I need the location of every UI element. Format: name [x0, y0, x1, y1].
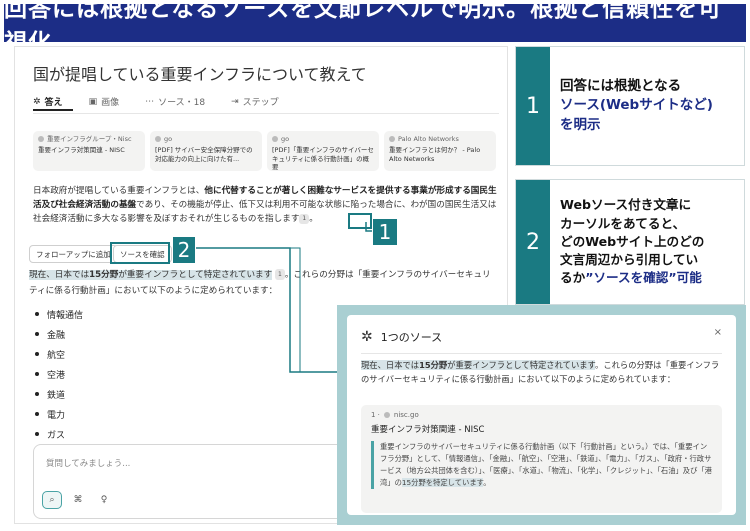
source-card[interactable]: go [PDF] サイバー安全保障分野での対応能力の向上に向けた有... — [150, 131, 262, 171]
pq-bold: 15分野 — [419, 360, 448, 370]
popup-divider — [361, 353, 722, 354]
list-item: 金融 — [35, 324, 83, 344]
answer-icon: ✲ — [33, 96, 41, 107]
question-title: 国が提唱している重要インフラについて教えて — [33, 65, 367, 84]
banner-title: 回答には根拠となるソースを文節レベルで明示。根拠と信頼性を可視化 — [4, 0, 746, 56]
tab-sources[interactable]: ⋯ ソース・18 — [145, 95, 206, 109]
callout-line: カーソルをあてると、 — [560, 215, 686, 231]
list-item: 情報通信 — [35, 304, 83, 324]
callout-text: 回答には根拠となる ソース(Webサイトなど) を明示 — [560, 47, 738, 165]
popup-header: ✲ 1つのソース — [361, 329, 442, 345]
favicon-icon — [389, 136, 395, 143]
close-icon[interactable]: × — [714, 327, 722, 338]
source-cards: 重要インフラグループ・Nisc 重要インフラ対策関連 - NISC go [PD… — [33, 131, 496, 171]
list-item: ガス — [35, 424, 83, 444]
hl-bold: 15分野 — [89, 270, 119, 280]
source-card[interactable]: Palo Alto Networks 重要インフラとは何か？ - Palo Al… — [384, 131, 496, 171]
callout-line-accent: ”ソースを確認”可能 — [585, 270, 702, 286]
source-card-title: 重要インフラ対策関連 - NISC — [38, 145, 125, 154]
list-item: 電力 — [35, 404, 83, 424]
tab-sources-label: ソース・18 — [158, 98, 206, 108]
sector-list: 情報通信 金融 航空 空港 鉄道 電力 ガス — [35, 304, 83, 444]
search-mode-icon[interactable]: ⌕ — [42, 491, 62, 509]
tab-answer-label: 答え — [44, 98, 63, 108]
source-card[interactable]: 重要インフラグループ・Nisc 重要インフラ対策関連 - NISC — [33, 131, 145, 171]
tab-steps[interactable]: ⇥ ステップ — [231, 95, 279, 109]
list-item: 航空 — [35, 344, 83, 364]
ask-input[interactable]: 質問してみましょう... — [46, 457, 130, 469]
citation-badge[interactable]: 1 — [274, 269, 285, 281]
ask-mode-icons: ⌕ ⌘ ♀ — [42, 491, 114, 509]
source-card-title: 重要インフラとは何か？ - Palo Alto Networks — [389, 145, 481, 163]
source-card-title: [PDF] サイバー安全保障分野での対応能力の向上に向けた有... — [155, 145, 253, 163]
popup-source-meta: 1 · nisc.go — [371, 411, 712, 419]
source-card-title: [PDF]「重要インフラのサイバーセキュリティに係る行動計画」の概要 — [272, 145, 374, 171]
callout-text: Webソース付き文章に カーソルをあてると、 どのWebサイト上のどの 文言周辺… — [560, 180, 738, 304]
source-popup: ✲ 1つのソース × 現在、日本では15分野が重要インフラとして特定されています… — [337, 305, 746, 525]
source-card-site: go — [164, 135, 173, 143]
answer-text: 日本政府が提唱している重要インフラとは、 — [33, 186, 205, 196]
list-item: 鉄道 — [35, 384, 83, 404]
excerpt-highlight: 15分野を特定しています — [401, 478, 484, 488]
callout-line: Webソース付き文章に — [560, 197, 692, 213]
list-item: 空港 — [35, 364, 83, 384]
popup-source-number: 1 · — [371, 411, 380, 419]
lightbulb-icon[interactable]: ♀ — [94, 491, 114, 509]
popup-quote: 現在、日本では15分野が重要インフラとして特定されています。これらの分野は「重要… — [361, 359, 722, 386]
callout-line-part: るか — [560, 270, 586, 286]
add-followup-button[interactable]: フォローアップに追加 — [29, 245, 118, 263]
answer-period: 。 — [309, 214, 318, 225]
highlighted-sentence[interactable]: 現在、日本では15分野が重要インフラとして特定されています — [29, 270, 273, 280]
answer-paragraph: 日本政府が提唱している重要インフラとは、他に代替することが著しく困難なサービスを… — [33, 184, 503, 227]
favicon-icon — [38, 136, 44, 143]
sources-logo-icon: ✲ — [361, 329, 373, 345]
steps-icon: ⇥ — [231, 96, 239, 107]
tab-images[interactable]: ▣ 画像 — [88, 95, 120, 109]
excerpt-end: 。 — [483, 478, 491, 488]
callout-2: 2 Webソース付き文章に カーソルをあてると、 どのWebサイト上のどの 文言… — [515, 179, 745, 305]
image-icon: ▣ — [88, 96, 98, 107]
hl-post: が重要インフラとして特定されています — [118, 270, 273, 280]
source-card[interactable]: go [PDF]「重要インフラのサイバーセキュリティに係る行動計画」の概要 — [267, 131, 379, 171]
confirm-highlight-frame — [110, 242, 170, 264]
answer-tabs: ✲ 答え ▣ 画像 ⋯ ソース・18 ⇥ ステップ — [33, 95, 279, 109]
popup-title: 1つのソース — [380, 331, 443, 344]
tab-images-label: 画像 — [101, 98, 120, 108]
callout-line: 文言周辺から引用してい — [560, 252, 699, 268]
hl-pre: 現在、日本では — [29, 270, 90, 280]
citation-highlight-frame — [348, 213, 372, 229]
favicon-icon — [155, 136, 161, 143]
label-two: 2 — [172, 236, 196, 264]
source-card-site: 重要インフラグループ・Nisc — [47, 135, 132, 143]
callout-line: るか”ソースを確認”可能 — [560, 269, 738, 287]
research-mode-icon[interactable]: ⌘ — [68, 491, 88, 509]
label-one: 1 — [372, 218, 398, 246]
source-card-site: go — [281, 135, 290, 143]
popup-quote-highlight: 現在、日本では15分野が重要インフラとして特定されています — [361, 360, 596, 370]
favicon-icon — [272, 136, 278, 143]
active-tab-underline — [33, 109, 73, 111]
pq-pre: 現在、日本では — [361, 360, 420, 370]
callout-line-accent: を明示 — [560, 116, 601, 133]
tab-steps-label: ステップ — [242, 98, 279, 108]
popup-source-card[interactable]: 1 · nisc.go 重要インフラ対策関連 - NISC 重要インフラのサイバ… — [361, 405, 722, 513]
callout-number: 2 — [516, 180, 550, 304]
callout-1: 1 回答には根拠となる ソース(Webサイトなど) を明示 — [515, 46, 745, 166]
callout-line-accent: ソース(Webサイトなど) — [560, 97, 713, 114]
callout-line: どのWebサイト上のどの — [560, 233, 705, 249]
popup-source-site: nisc.go — [393, 411, 419, 419]
sources-icon: ⋯ — [145, 96, 155, 107]
pq-post: が重要インフラとして特定されています — [447, 360, 596, 370]
source-card-site: Palo Alto Networks — [398, 135, 459, 143]
callout-line: 回答には根拠となる — [560, 77, 682, 94]
callout-number: 1 — [516, 47, 550, 165]
tab-answer[interactable]: ✲ 答え — [33, 95, 63, 109]
favicon-icon — [383, 412, 390, 418]
highlighted-paragraph: 現在、日本では15分野が重要インフラとして特定されています 1 。これらの分野は「… — [29, 268, 499, 300]
tabs-divider — [33, 113, 499, 114]
popup-source-title[interactable]: 重要インフラ対策関連 - NISC — [371, 423, 712, 435]
popup-source-excerpt: 重要インフラのサイバーセキュリティに係る行動計画（以下「行動計画」という。）では… — [371, 441, 712, 490]
citation-badge[interactable]: 1 — [299, 214, 310, 225]
source-popup-panel: ✲ 1つのソース × 現在、日本では15分野が重要インフラとして特定されています… — [347, 315, 736, 515]
